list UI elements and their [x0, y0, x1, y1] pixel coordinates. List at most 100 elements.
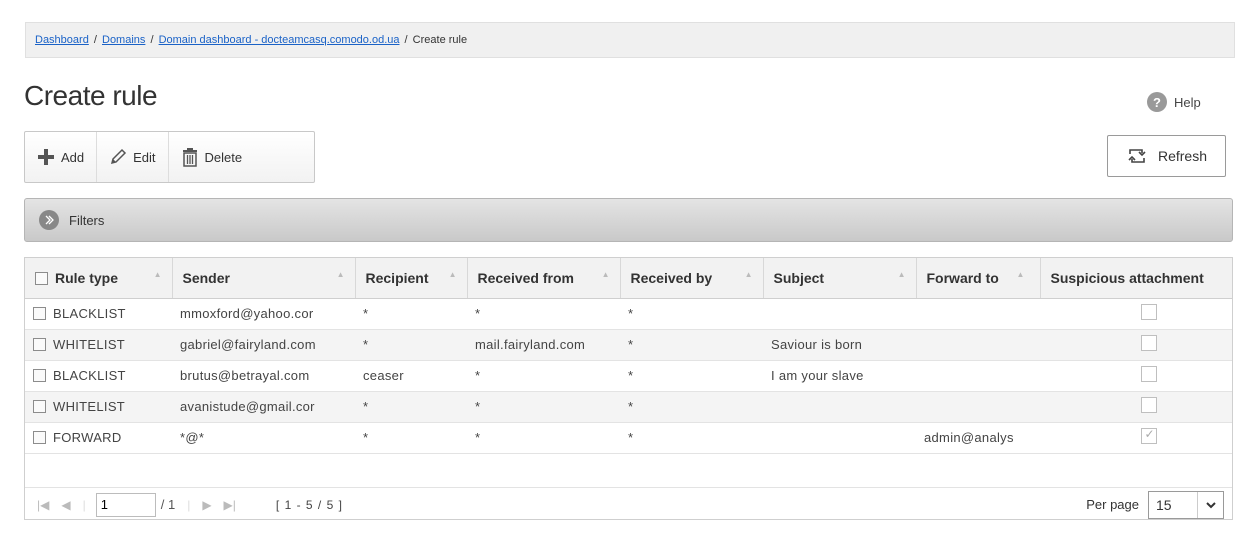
edit-label: Edit [133, 149, 156, 165]
edit-button[interactable]: Edit [97, 132, 169, 182]
prev-page-icon[interactable]: ◀ [61, 498, 70, 512]
cell-rule-type: BLACKLIST [53, 305, 126, 321]
table-header-row: Rule type ▲ Sender ▲ Recipient ▲ Received f… [25, 258, 1232, 299]
cell-received-by: * [620, 298, 763, 330]
row-checkbox[interactable] [33, 431, 46, 445]
column-subject[interactable]: Subject ▲ [763, 258, 917, 299]
column-rule-type[interactable]: Rule type ▲ [25, 258, 173, 299]
next-page-icon[interactable]: ▶ [202, 498, 211, 512]
plus-icon [38, 149, 54, 165]
last-page-icon[interactable]: ▶| [224, 498, 236, 512]
row-checkbox[interactable] [33, 338, 46, 352]
cell-forward-to [916, 329, 1040, 361]
column-suspicious-attachment[interactable]: Suspicious attachment [1040, 258, 1232, 299]
page-title: Create rule [24, 80, 158, 111]
page-number-input[interactable] [95, 492, 156, 517]
pager-divider: | [187, 497, 191, 512]
cell-received-from: mail.fairyland.com [467, 329, 620, 361]
cell-subject: I am your slave [763, 360, 916, 392]
toolbar: Add Edit Delete [24, 131, 315, 183]
cell-subject [763, 422, 916, 454]
first-page-icon[interactable]: |◀ [37, 498, 49, 512]
row-checkbox[interactable] [33, 400, 46, 414]
header-label: Sender [182, 269, 230, 286]
table-row[interactable]: WHITELIST avanistude@gmail.cor * * * [25, 391, 1232, 423]
cell-received-from: * [467, 298, 620, 330]
cell-subject [763, 298, 916, 330]
suspicious-checkbox [1140, 397, 1157, 413]
cell-rule-type: FORWARD [53, 429, 122, 445]
help-icon: ? [1147, 92, 1167, 112]
cell-forward-to [916, 391, 1040, 423]
table-row[interactable]: FORWARD *@* * * * admin@analys [25, 422, 1232, 454]
cell-received-from: * [467, 391, 620, 423]
cell-forward-to: admin@analys [916, 422, 1040, 454]
trash-icon [182, 148, 197, 167]
sort-icon: ▲ [744, 270, 753, 279]
help-link[interactable]: ? Help [1147, 92, 1201, 112]
column-recipient[interactable]: Recipient ▲ [355, 258, 468, 299]
cell-subject [763, 391, 916, 423]
sort-icon: ▲ [601, 270, 610, 279]
column-received-by[interactable]: Received by ▲ [620, 258, 764, 299]
cell-forward-to [916, 298, 1040, 330]
cell-recipient: * [355, 298, 467, 330]
cell-rule-type: WHITELIST [53, 336, 126, 352]
sort-icon: ▲ [448, 270, 457, 279]
refresh-icon [1128, 149, 1146, 163]
column-forward-to[interactable]: Forward to ▲ [916, 258, 1041, 299]
rules-table: Rule type ▲ Sender ▲ Recipient ▲ Received f… [25, 258, 1232, 454]
cell-received-by: * [620, 329, 763, 361]
table-row[interactable]: BLACKLIST brutus@betrayal.com ceaser * *… [25, 360, 1232, 392]
header-label: Subject [773, 269, 825, 286]
header-label: Recipient [365, 269, 429, 286]
help-label: Help [1174, 94, 1201, 110]
filters-bar[interactable]: Filters [24, 198, 1233, 242]
header-label: Suspicious attachment [1050, 269, 1204, 286]
per-page-select[interactable]: 15 [1148, 491, 1224, 519]
cell-subject: Saviour is born [763, 329, 916, 361]
chevron-down-icon [1197, 492, 1223, 518]
column-received-from[interactable]: Received from ▲ [467, 258, 621, 299]
table-row[interactable]: WHITELIST gabriel@fairyland.com * mail.f… [25, 329, 1232, 361]
sort-icon: ▲ [1016, 270, 1025, 279]
breadcrumb-dashboard[interactable]: Dashboard [35, 34, 89, 46]
header-label: Received from [477, 269, 574, 286]
filters-label: Filters [69, 212, 105, 228]
column-sender[interactable]: Sender ▲ [172, 258, 356, 299]
cell-received-by: * [620, 391, 763, 423]
header-label: Received by [630, 269, 713, 286]
sort-icon: ▲ [897, 270, 906, 279]
rules-grid: Rule type ▲ Sender ▲ Recipient ▲ Received f… [24, 257, 1233, 520]
cell-rule-type: WHITELIST [53, 398, 126, 414]
cell-sender: *@* [172, 422, 355, 454]
cell-recipient: * [355, 391, 467, 423]
refresh-button[interactable]: Refresh [1107, 135, 1226, 177]
table-row[interactable]: BLACKLIST mmoxford@yahoo.cor * * * [25, 298, 1232, 330]
select-all-checkbox[interactable] [35, 271, 48, 285]
add-label: Add [61, 149, 85, 165]
cell-forward-to [916, 360, 1040, 392]
page-total: / 1 [160, 497, 176, 512]
row-checkbox[interactable] [33, 369, 46, 383]
add-button[interactable]: Add [25, 132, 98, 182]
refresh-label: Refresh [1157, 148, 1208, 164]
cell-recipient: * [355, 422, 467, 454]
cell-sender: mmoxford@yahoo.cor [172, 298, 355, 330]
cell-recipient: ceaser [355, 360, 467, 392]
cell-received-from: * [467, 360, 620, 392]
header-label: Forward to [926, 269, 999, 286]
cell-rule-type: BLACKLIST [53, 367, 126, 383]
pagination-bar: |◀ ◀ | / 1 | ▶ ▶| [ 1 - 5 / 5 ] Per page… [25, 487, 1232, 519]
breadcrumb-domain-dashboard[interactable]: Domain dashboard - docteamcasq.comodo.od… [159, 34, 400, 46]
cell-recipient: * [355, 329, 467, 361]
suspicious-checkbox [1140, 304, 1157, 320]
breadcrumb-domains[interactable]: Domains [102, 34, 145, 46]
suspicious-checkbox [1140, 366, 1157, 382]
delete-button[interactable]: Delete [169, 132, 255, 182]
cell-sender: avanistude@gmail.cor [172, 391, 355, 423]
sort-icon: ▲ [336, 270, 345, 279]
row-checkbox[interactable] [33, 307, 46, 321]
record-range: [ 1 - 5 / 5 ] [275, 497, 343, 512]
pencil-icon [111, 148, 127, 165]
